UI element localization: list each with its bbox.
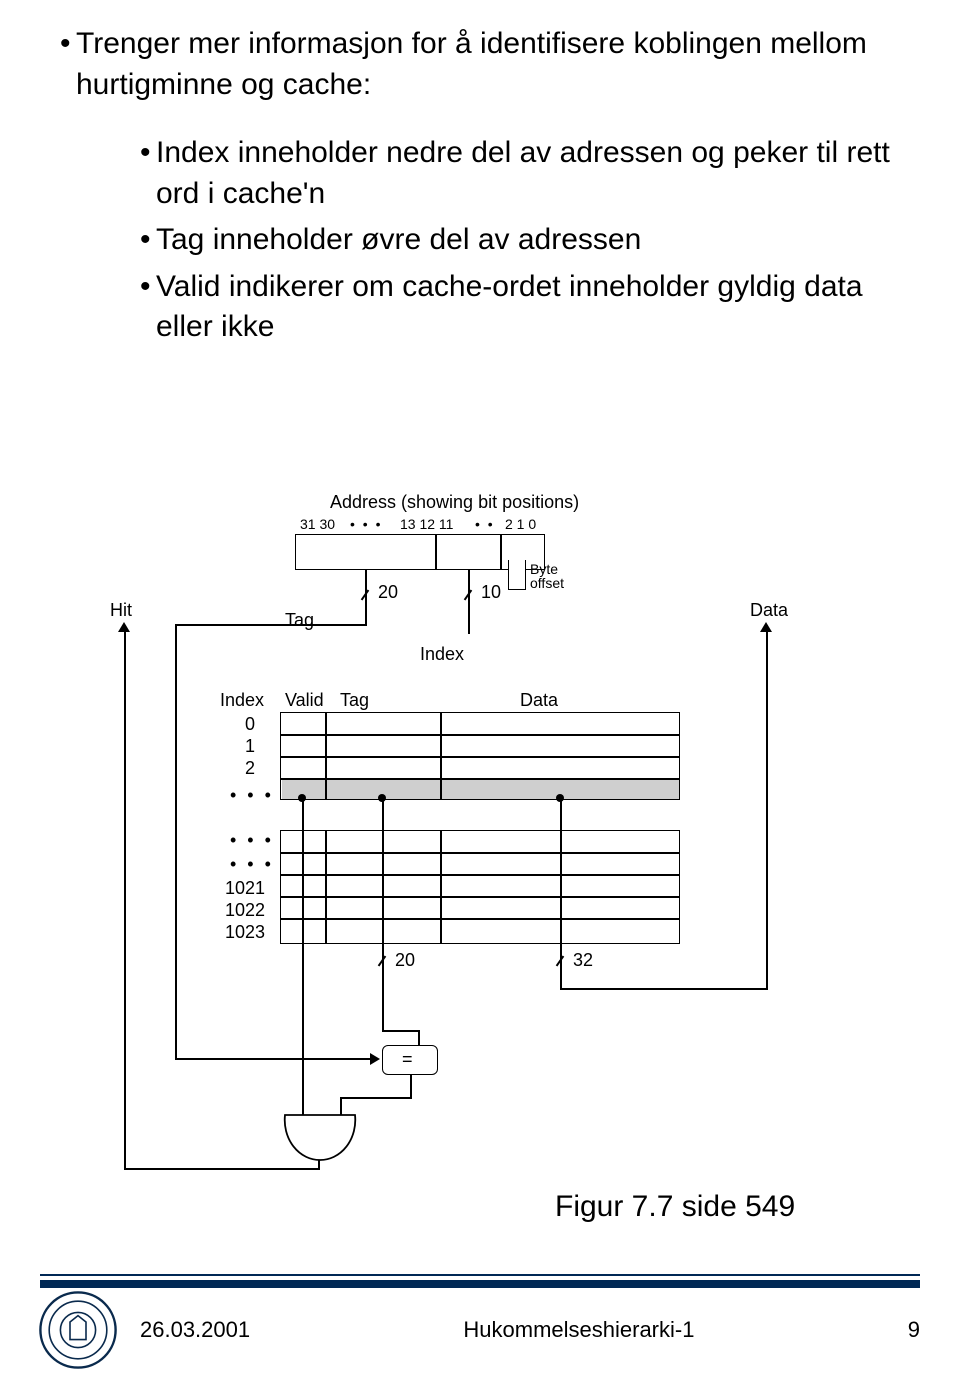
row-line [280,756,680,758]
node-dot [298,794,306,802]
separator-thick [40,1280,920,1288]
bits-right: 2 1 0 [505,516,536,532]
footer-separator [40,1274,920,1288]
tag-tap [382,800,384,970]
eq-symbol: = [402,1049,413,1070]
tag-down1 [365,614,367,624]
data-to-out [560,988,768,990]
index-down [468,614,470,634]
arrow-up-icon [760,622,772,632]
byte-offset-stub [508,560,526,590]
index-label: Index [420,644,464,665]
page-footer: 26.03.2001 Hukommelseshierarki-1 9 [40,1300,920,1360]
and-gate-icon [280,1110,360,1166]
dots-icon: • • • [230,785,274,806]
sub-bullet-1-text: Index inneholder nedre del av adressen o… [156,133,900,214]
dots-icon: • • [475,516,495,532]
node-dot [378,794,386,802]
col-line [440,830,442,944]
tag-label: Tag [285,610,314,631]
idx-1023: 1023 [225,922,265,943]
sub-bullet-2: • Tag inneholder øvre del av adressen [140,220,900,261]
bits-left: 31 30 [300,516,335,532]
hit-ext [124,1128,126,1170]
row-line [280,896,680,898]
tag-out-width: 20 [395,950,415,971]
th-tag: Tag [340,690,369,711]
bullet-dot: • [140,133,156,214]
valid-tap [302,800,304,1080]
footer-date: 26.03.2001 [40,1317,250,1343]
cmp-to-and [340,1097,412,1099]
main-bullet-text: Trenger mer informasjon for å identifise… [76,24,900,105]
cache-diagram: Address (showing bit positions) 31 30 • … [130,500,830,1180]
sub-bullet-2-text: Tag inneholder øvre del av adressen [156,220,900,261]
row-line [280,874,680,876]
bits-mid: 13 12 11 [400,516,453,532]
cache-table-bottom [280,830,680,944]
row-line [280,918,680,920]
and-out-v2 [318,1160,320,1170]
index-width: 10 [481,582,501,603]
idx-1021: 1021 [225,878,265,899]
arrow-right-icon [370,1053,380,1065]
idx-1: 1 [245,736,255,757]
hit-return-wire [124,632,126,1130]
idx-2: 2 [245,758,255,779]
tag-to-cmp [175,1058,372,1060]
divider [500,534,502,570]
cmp-out [410,1075,412,1097]
dots-icon: • • • [230,830,274,851]
col-line [440,778,442,800]
hit-label: Hit [110,600,132,621]
data-return-wire [766,632,768,990]
col-line [325,830,327,944]
col-line [325,778,327,800]
idx-0: 0 [245,714,255,735]
main-bullet: • Trenger mer informasjon for å identifi… [60,24,900,105]
th-data: Data [520,690,558,711]
row-line [280,734,680,736]
data-label-top: Data [750,600,788,621]
dots-icon: • • • [230,854,274,875]
tag-tap2 [382,970,384,1030]
address-title: Address (showing bit positions) [330,492,579,513]
and-in1 [302,1103,304,1113]
tag-down-long [175,624,177,1060]
bullet-dot: • [140,220,156,261]
footer-page: 9 [908,1317,920,1343]
data-out-width: 32 [573,950,593,971]
sub-bullet-3: • Valid indikerer om cache-ordet innehol… [140,267,900,348]
selected-row [282,780,679,799]
node-dot [556,794,564,802]
figure-note: Figur 7.7 side 549 [555,1190,795,1224]
separator-thin [40,1274,920,1276]
byte-offset-l2: offset [530,576,564,591]
divider [435,534,437,570]
tag-width: 20 [378,582,398,603]
and-in2 [340,1103,342,1113]
dots-icon: • • • [350,516,382,532]
row-line [280,852,680,854]
and-to-hit-h [124,1168,320,1170]
sub-bullet-1: • Index inneholder nedre del av adressen… [140,133,900,214]
idx-1022: 1022 [225,900,265,921]
bullet-dot: • [60,24,76,105]
sub-bullet-3-text: Valid indikerer om cache-ordet inneholde… [156,267,900,348]
th-valid: Valid [285,690,324,711]
bullet-dot: • [140,267,156,348]
tag-to-cmp-h [382,1030,420,1032]
th-index: Index [220,690,264,711]
footer-title: Hukommelseshierarki-1 [463,1317,694,1343]
tag-left [175,624,367,626]
arrow-up-icon [118,622,130,632]
